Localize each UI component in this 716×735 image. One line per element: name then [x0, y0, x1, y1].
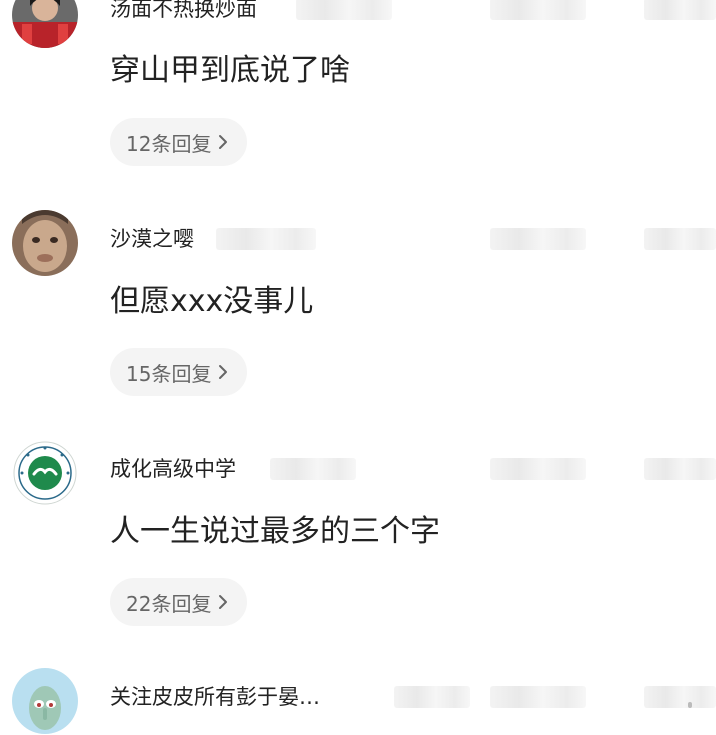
blurred-info — [490, 458, 586, 480]
avatar-face-portrait-icon — [12, 210, 78, 276]
avatar[interactable] — [12, 210, 78, 276]
blurred-info — [490, 228, 586, 250]
reply-count: 12条回复 — [126, 131, 212, 156]
view-replies-button[interactable]: 15条回复 — [110, 348, 248, 396]
blurred-info — [644, 458, 716, 480]
blurred-info — [270, 458, 356, 480]
blurred-info — [216, 228, 316, 250]
blurred-info — [644, 686, 716, 708]
avatar-cartoon-squidward-icon — [12, 668, 78, 734]
comment-text: 人一生说过最多的三个字 — [110, 514, 440, 549]
blurred-info — [644, 228, 716, 250]
blurred-info — [490, 686, 586, 708]
username[interactable]: 成化高级中学 — [110, 456, 236, 482]
avatar-person-red-jacket-icon — [12, 0, 78, 48]
chevron-right-icon — [219, 365, 228, 379]
scroll-indicator — [688, 702, 692, 708]
reply-count: 15条回复 — [126, 361, 212, 386]
chevron-right-icon — [219, 135, 228, 149]
blurred-info — [296, 0, 392, 20]
avatar-school-emblem-icon — [12, 440, 78, 506]
comment-text: 穿山甲到底说了啥 — [110, 53, 350, 88]
comment-text: 但愿xxx没事儿 — [110, 284, 314, 319]
username[interactable]: 汤面不热换炒面 — [110, 0, 257, 22]
reply-count: 22条回复 — [126, 591, 212, 616]
avatar[interactable] — [12, 440, 78, 506]
view-replies-button[interactable]: 22条回复 — [110, 578, 248, 626]
username[interactable]: 沙漠之嘤 — [110, 226, 194, 252]
blurred-info — [490, 0, 586, 20]
avatar[interactable] — [12, 0, 78, 48]
view-replies-button[interactable]: 12条回复 — [110, 118, 248, 166]
chevron-right-icon — [219, 595, 228, 609]
avatar[interactable] — [12, 668, 78, 734]
blurred-info — [644, 0, 716, 20]
blurred-info — [394, 686, 470, 708]
username[interactable]: 关注皮皮所有彭于晏… — [110, 684, 320, 710]
